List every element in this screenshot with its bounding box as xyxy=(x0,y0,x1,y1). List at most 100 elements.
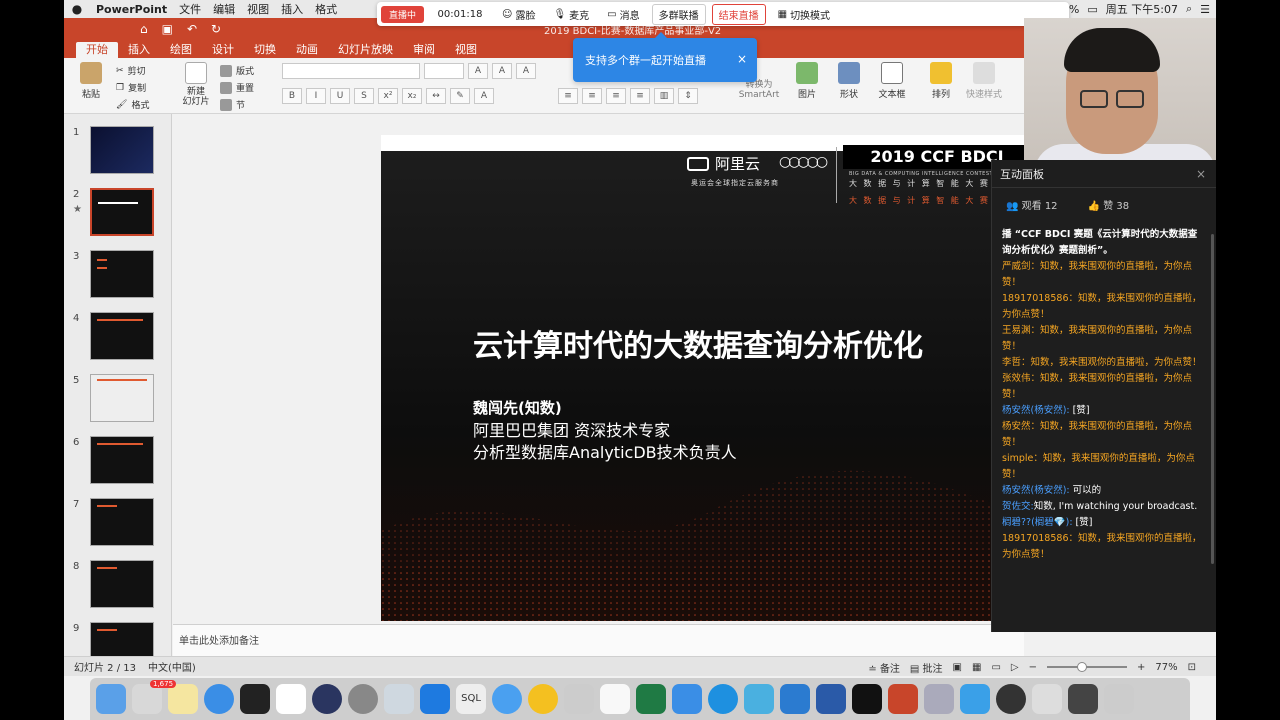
slide-title[interactable]: 云计算时代的大数据查询分析优化 xyxy=(473,321,923,365)
battery-icon[interactable]: ▭ xyxy=(1087,3,1097,16)
zoom-slider[interactable] xyxy=(1046,662,1127,672)
apple-icon[interactable]: ● xyxy=(64,2,90,16)
finder-icon[interactable] xyxy=(96,684,126,714)
powerpoint-icon[interactable] xyxy=(888,684,918,714)
zoom-knob[interactable] xyxy=(1076,662,1087,672)
bold-button[interactable]: B xyxy=(282,87,302,104)
tab-transitions[interactable]: 切换 xyxy=(244,42,286,58)
speaker-title[interactable]: 阿里巴巴集团 资深技术专家 xyxy=(473,417,670,441)
textbox-button[interactable]: 文本框 xyxy=(874,62,910,100)
menu-edit[interactable]: 编辑 xyxy=(207,1,241,17)
slide-thumbnail[interactable]: 7 xyxy=(64,488,171,548)
terminal-icon[interactable] xyxy=(240,684,270,714)
grow-font-button[interactable]: A xyxy=(468,62,488,79)
layout-button[interactable]: 版式 xyxy=(220,62,276,79)
vscode-icon[interactable] xyxy=(780,684,810,714)
close-icon[interactable]: × xyxy=(1196,167,1206,181)
tab-review[interactable]: 审阅 xyxy=(403,42,445,58)
paste-button[interactable]: 粘贴 xyxy=(74,62,108,100)
switch-mode-button[interactable]: ▦ 切换模式 xyxy=(772,7,836,22)
intellij-icon[interactable] xyxy=(852,684,882,714)
align-left-button[interactable]: ≡ xyxy=(558,87,578,104)
security-icon[interactable] xyxy=(420,684,450,714)
dingtalk-icon[interactable] xyxy=(672,684,702,714)
normal-view-icon[interactable]: ▣ xyxy=(953,662,962,673)
comments-toggle[interactable]: ▤ 批注 xyxy=(910,660,943,675)
spotlight-icon[interactable]: ⌕ xyxy=(1186,2,1192,16)
clock[interactable]: 周五 下午5:07 xyxy=(1106,1,1178,17)
photos-icon[interactable]: 1,675 xyxy=(132,680,177,714)
underline-button[interactable]: U xyxy=(330,87,350,104)
copy-button[interactable]: ❐ 复制 xyxy=(116,79,176,96)
smartart-button[interactable]: 转换为 SmartArt xyxy=(734,80,784,100)
subscript-button[interactable]: x₂ xyxy=(402,87,422,104)
message-author[interactable]: 杨安然(杨安然): xyxy=(1002,405,1070,416)
teamviewer-icon[interactable] xyxy=(708,684,738,714)
end-live-button[interactable]: 结束直播 xyxy=(711,3,766,25)
slide-thumbnail[interactable]: 5 xyxy=(64,364,171,424)
save-icon[interactable]: ▣ xyxy=(162,22,173,36)
beauty-button[interactable]: ☺ 露脸 xyxy=(496,7,541,22)
format-painter-button[interactable]: 🖌 格式 xyxy=(116,96,176,113)
tab-animations[interactable]: 动画 xyxy=(286,42,328,58)
sorter-view-icon[interactable]: ▦ xyxy=(972,662,981,673)
text-direction-button[interactable]: ⇕ xyxy=(678,87,698,104)
section-button[interactable]: 节 xyxy=(220,96,276,113)
eclipse-icon[interactable] xyxy=(312,684,342,714)
message-author[interactable]: 杨安然(杨安然): xyxy=(1002,485,1070,496)
textedit-icon[interactable] xyxy=(600,684,630,714)
picture-button[interactable]: 图片 xyxy=(792,62,822,100)
font-color-button[interactable]: A xyxy=(474,87,494,104)
multi-group-button[interactable]: 多群联播 xyxy=(651,3,706,25)
message-button[interactable]: ▭ 消息 xyxy=(601,7,645,22)
tab-draw[interactable]: 绘图 xyxy=(160,42,202,58)
docker-icon[interactable] xyxy=(744,684,774,714)
panel-scrollbar[interactable] xyxy=(1211,234,1214,564)
font-family-select[interactable] xyxy=(282,62,420,79)
highlight-button[interactable]: ✎ xyxy=(450,87,470,104)
strike-button[interactable]: S xyxy=(354,87,374,104)
slide-thumbnail[interactable]: 1 xyxy=(64,116,171,176)
reading-view-icon[interactable]: ▭ xyxy=(991,662,1000,673)
tab-insert[interactable]: 插入 xyxy=(118,42,160,58)
sql-app-icon[interactable]: SQL xyxy=(456,684,486,714)
slide-thumbnail-selected[interactable]: 2 ★ xyxy=(64,178,171,238)
menu-extra-icon[interactable]: ☰ xyxy=(1200,3,1210,16)
menu-app-name[interactable]: PowerPoint xyxy=(90,3,173,16)
tab-design[interactable]: 设计 xyxy=(202,42,244,58)
menu-insert[interactable]: 插入 xyxy=(275,1,309,17)
slideshow-view-icon[interactable]: ▷ xyxy=(1011,662,1019,673)
excel-icon[interactable] xyxy=(636,684,666,714)
align-center-button[interactable]: ≡ xyxy=(582,87,602,104)
message-list[interactable]: 播 “CCF BDCI 赛题《云计算时代的大数据查询分析优化》赛题剖析”。 严威… xyxy=(992,221,1216,569)
zoom-level[interactable]: 77% xyxy=(1155,662,1177,673)
clear-format-button[interactable]: A xyxy=(516,62,536,79)
markdown-icon[interactable] xyxy=(492,684,522,714)
justify-button[interactable]: ≡ xyxy=(630,87,650,104)
new-slide-button[interactable]: 新建 幻灯片 xyxy=(176,62,216,107)
superscript-button[interactable]: x² xyxy=(378,87,398,104)
downloads-icon[interactable] xyxy=(1032,684,1062,714)
slide-thumbnail[interactable]: 3 xyxy=(64,240,171,300)
redo-icon[interactable]: ↻ xyxy=(211,22,221,36)
slide-editing-area[interactable]: 阿里云 ○○○○○ 奥运会全球指定云服务商 2019 CCF BDCI BIG … xyxy=(173,114,1031,624)
slide-thumbnail[interactable]: 9 xyxy=(64,612,171,656)
font-size-select[interactable] xyxy=(424,62,464,79)
notes-icon[interactable] xyxy=(168,684,198,714)
fit-window-icon[interactable]: ⊡ xyxy=(1188,662,1196,673)
zoom-in-icon[interactable]: + xyxy=(1137,662,1145,673)
zoom-out-icon[interactable]: − xyxy=(1029,662,1037,673)
notes-toggle[interactable]: ≐ 备注 xyxy=(868,660,900,675)
home-icon[interactable]: ⌂ xyxy=(140,22,148,36)
safari-icon[interactable] xyxy=(204,684,234,714)
screen-icon[interactable] xyxy=(1068,684,1098,714)
menu-view[interactable]: 视图 xyxy=(241,1,275,17)
keynote-icon[interactable] xyxy=(960,684,990,714)
align-right-button[interactable]: ≡ xyxy=(606,87,626,104)
columns-button[interactable]: ▥ xyxy=(654,87,674,104)
shape-button[interactable]: 形状 xyxy=(834,62,864,100)
slide-thumbnail[interactable]: 6 xyxy=(64,426,171,486)
speaker-name[interactable]: 魏闯先(知数) xyxy=(473,397,562,418)
current-slide[interactable]: 阿里云 ○○○○○ 奥运会全球指定云服务商 2019 CCF BDCI BIG … xyxy=(381,135,1031,621)
slide-thumbnail[interactable]: 4 xyxy=(64,302,171,362)
